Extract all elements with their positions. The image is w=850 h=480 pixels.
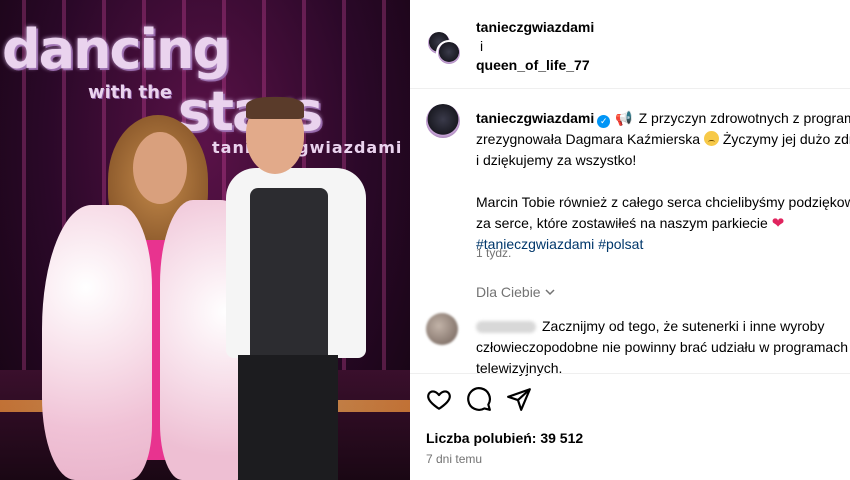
- for-you-dropdown[interactable]: Dla Ciebie: [476, 284, 556, 300]
- hashtag-polsat[interactable]: #polsat: [598, 236, 643, 252]
- post-date[interactable]: 7 dni temu: [426, 452, 482, 466]
- comment-line-1: Zacznijmy od tego, że sutenerki i inne w…: [542, 318, 825, 334]
- caption-line-5: za serce, które zostawiłeś na naszym par…: [476, 215, 768, 231]
- verified-badge-icon: ✓: [597, 115, 611, 128]
- author-username[interactable]: tanieczgwiazdami: [476, 19, 594, 35]
- share-paper-plane-icon[interactable]: [506, 386, 532, 412]
- action-bar: [410, 373, 850, 426]
- for-you-label: Dla Ciebie: [476, 284, 541, 300]
- coauthor-username[interactable]: queen_of_life_77: [476, 57, 590, 73]
- chevron-down-icon: [545, 289, 556, 296]
- caption-line-2: zrezygnowała Dagmara Kaźmierska: [476, 131, 701, 147]
- comment-bubble-icon[interactable]: [466, 386, 492, 412]
- post-caption: tanieczgwiazdami ✓ 📢 Z przyczyn zdrowotnyc…: [476, 108, 850, 255]
- like-heart-icon[interactable]: [426, 386, 452, 412]
- commenter-username-blurred[interactable]: [476, 321, 536, 334]
- caption-line-4: Marcin Tobie również z całego serca chci…: [476, 194, 850, 210]
- comment: Zacznijmy od tego, że sutenerki i inne w…: [476, 316, 850, 379]
- commenter-avatar[interactable]: [426, 313, 458, 345]
- show-logo-dancing: dancing: [2, 18, 231, 81]
- caption-username[interactable]: tanieczgwiazdami: [476, 110, 594, 126]
- comment-line-2: człowieczopodobne nie powinny brać udzia…: [476, 339, 848, 355]
- caption-timestamp[interactable]: 1 tydz.: [476, 246, 511, 260]
- caption-line-2b: Życzymy jej dużo zdrowia: [722, 131, 850, 147]
- coauthor-avatar[interactable]: [436, 40, 462, 66]
- likes-count[interactable]: Liczba polubień: 39 512: [426, 430, 583, 446]
- collab-conjunction: i: [480, 38, 484, 54]
- post-side-panel: tanieczgwiazdami i queen_of_life_77 tani…: [410, 0, 850, 480]
- collab-header: tanieczgwiazdami i queen_of_life_77: [410, 0, 850, 89]
- red-heart-icon: ❤: [771, 215, 785, 232]
- caption-avatar[interactable]: [426, 104, 460, 138]
- woman-face: [133, 132, 187, 204]
- sad-face-icon: [703, 131, 719, 146]
- man-hair: [246, 97, 304, 119]
- post-photo[interactable]: dancing with the stars taniec z gwiazdam…: [0, 0, 410, 480]
- show-logo-with-the: with the: [88, 82, 173, 103]
- caption-line-1: Z przyczyn zdrowotnych z programu: [638, 110, 850, 126]
- megaphone-icon: 📢: [615, 110, 633, 126]
- show-logo-subtitle: taniec z gwiazdami: [212, 138, 403, 157]
- man-vest: [250, 188, 328, 363]
- feather-boa-left: [42, 205, 152, 480]
- caption-line-3: i dziękujemy za wszystko!: [476, 152, 637, 168]
- man-trousers: [238, 355, 338, 480]
